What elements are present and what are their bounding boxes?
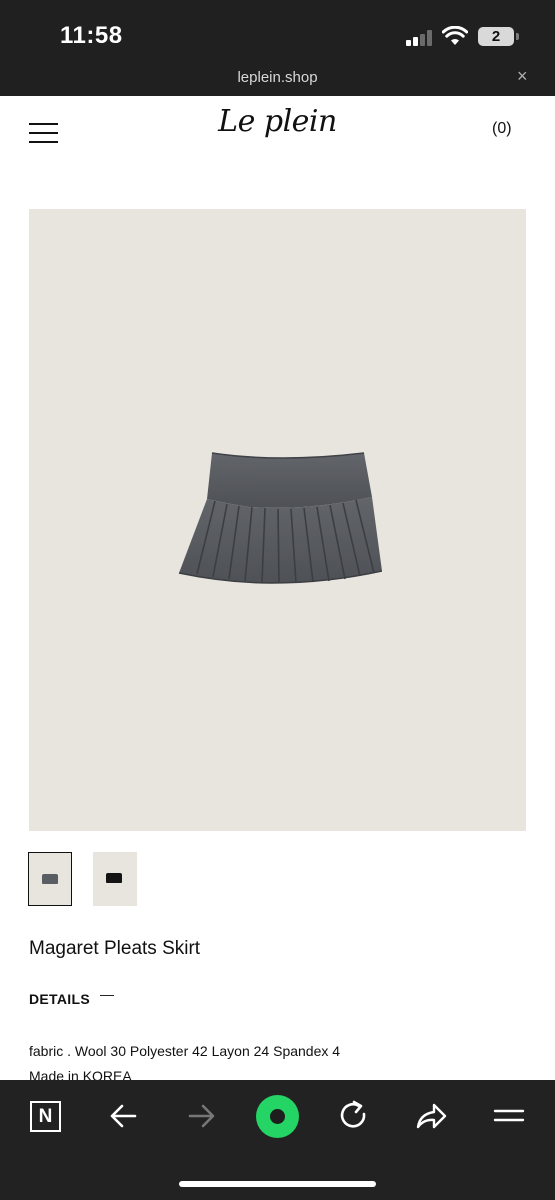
product-title: Magaret Pleats Skirt	[29, 938, 201, 959]
details-heading[interactable]: DETAILS	[29, 991, 90, 1007]
skirt-image	[178, 452, 382, 584]
hamburger-menu-icon[interactable]	[29, 123, 58, 143]
details-collapse-icon[interactable]: —	[100, 986, 114, 1002]
battery-tip	[516, 33, 519, 40]
back-arrow-icon[interactable]	[105, 1097, 143, 1135]
n-app-icon[interactable]: N	[30, 1101, 61, 1132]
cart-button[interactable]: (0)	[492, 120, 512, 138]
thumbnail-skirt-swatch	[42, 874, 58, 884]
thumbnail-grey-skirt[interactable]	[28, 852, 72, 906]
reload-icon[interactable]	[335, 1097, 373, 1135]
url-text[interactable]: leplein.shop	[0, 69, 555, 86]
menu-icon[interactable]	[490, 1097, 528, 1135]
share-icon[interactable]	[412, 1097, 450, 1135]
close-icon[interactable]: ×	[517, 66, 528, 86]
thumbnail-skirt-swatch	[106, 873, 122, 883]
battery-icon: 2	[478, 27, 514, 46]
thumbnail-black-skirt[interactable]	[93, 852, 137, 906]
wifi-icon	[442, 26, 468, 45]
product-main-image[interactable]	[29, 209, 526, 831]
site-logo[interactable]: Le plein	[200, 104, 355, 139]
status-time: 11:58	[60, 22, 123, 49]
record-icon[interactable]	[256, 1095, 299, 1138]
fabric-info: fabric . Wool 30 Polyester 42 Layon 24 S…	[29, 1043, 341, 1059]
home-indicator[interactable]	[179, 1181, 376, 1187]
forward-arrow-icon[interactable]	[182, 1097, 220, 1135]
cellular-signal-icon	[406, 30, 434, 46]
